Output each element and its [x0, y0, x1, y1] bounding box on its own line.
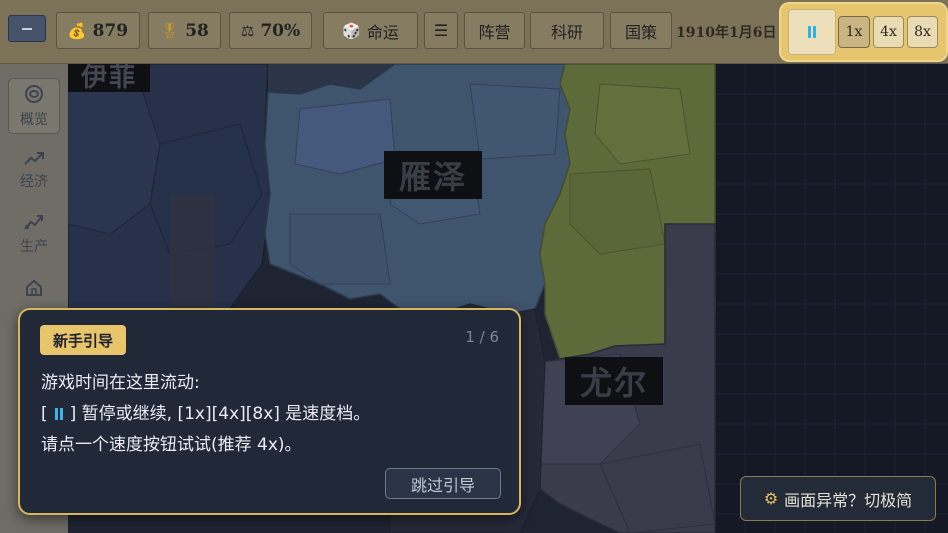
tutorial-text-line: 游戏时间在这里流动: — [41, 373, 200, 393]
destiny-button[interactable]: 🎲 命运 — [323, 12, 418, 49]
region-label-yanze: 雁泽 — [384, 151, 482, 199]
sidebar-item-production[interactable]: 生产 — [8, 206, 60, 262]
medal-icon: 🎖 — [160, 21, 180, 40]
stability-value: 70% — [260, 20, 301, 41]
bracket-open: [ — [41, 404, 48, 424]
tutorial-dialog: 新手引导 1 / 6 游戏时间在这里流动: [ ] 暂停或继续, [1x][4x]… — [18, 308, 521, 515]
destiny-label: 命运 — [366, 22, 399, 42]
research-label: 科研 — [550, 22, 583, 42]
minimal-mode-button[interactable]: ⚙ 画面异常？切极简 — [740, 476, 936, 521]
list-menu-button[interactable]: ☰ — [424, 12, 458, 49]
tutorial-step-counter: 1 / 6 — [465, 328, 499, 346]
gold-counter[interactable]: 💰 879 — [56, 12, 140, 49]
trend-up-icon — [24, 152, 44, 165]
scales-icon: ⚖ — [240, 21, 255, 40]
money-bag-icon: 💰 — [67, 21, 87, 40]
sidebar-item-economy[interactable]: 经济 — [8, 142, 60, 198]
dice-icon: 🎲 — [342, 21, 361, 40]
tutorial-badge: 新手引导 — [40, 325, 127, 355]
minimal-mode-label: 画面异常？切极简 — [784, 490, 913, 510]
tutorial-text-line: 请点一个速度按钮试试(推荐 4x)。 — [41, 435, 302, 455]
speed-control-panel: 1x 4x 8x — [781, 4, 946, 60]
gold-value: 879 — [92, 20, 129, 41]
game-date: 1910年1月6日 — [676, 25, 777, 41]
list-icon: ☰ — [433, 21, 449, 40]
sidebar-item-label: 经济 — [20, 174, 48, 190]
top-bar: 💰 879 🎖 58 ⚖ 70% 🎲 命运 ☰ 阵营 科研 国策 1910年1月… — [0, 0, 948, 64]
faction-label: 阵营 — [478, 22, 511, 42]
faction-button[interactable]: 阵营 — [464, 12, 525, 49]
speed-1x-button[interactable]: 1x — [838, 16, 870, 48]
tutorial-text-line: [ ] 暂停或继续, [1x][4x][8x] 是速度档。 — [41, 399, 370, 424]
game-screen: 伊菲 雁泽 尤尔 概览 经济 生产 💰 879 🎖 58 ⚖ 70% 🎲 命运 … — [0, 0, 948, 533]
medal-counter[interactable]: 🎖 58 — [148, 12, 221, 49]
policy-button[interactable]: 国策 — [610, 12, 672, 49]
region-label-youer: 尤尔 — [565, 357, 663, 405]
pause-icon — [807, 26, 817, 38]
pause-button[interactable] — [788, 9, 836, 55]
medal-value: 58 — [185, 20, 209, 41]
sidebar-item-label: 生产 — [20, 239, 48, 255]
sidebar-item-overview[interactable]: 概览 — [8, 78, 60, 134]
stability-counter[interactable]: ⚖ 70% — [229, 12, 312, 49]
pause-icon — [54, 408, 64, 420]
main-menu-button[interactable] — [8, 15, 46, 42]
eye-icon — [25, 85, 43, 103]
sidebar-item-label: 概览 — [20, 112, 48, 128]
speed-4x-button[interactable]: 4x — [873, 16, 904, 48]
skip-tutorial-button[interactable]: 跳过引导 — [385, 468, 501, 499]
tutorial-text-rest: ] 暂停或继续, [1x][4x][8x] 是速度档。 — [69, 404, 371, 424]
gear-icon: ⚙ — [763, 489, 779, 508]
home-icon — [26, 279, 42, 296]
policy-label: 国策 — [624, 22, 657, 42]
research-button[interactable]: 科研 — [530, 12, 604, 49]
speed-8x-button[interactable]: 8x — [907, 16, 938, 48]
production-icon — [24, 215, 43, 230]
